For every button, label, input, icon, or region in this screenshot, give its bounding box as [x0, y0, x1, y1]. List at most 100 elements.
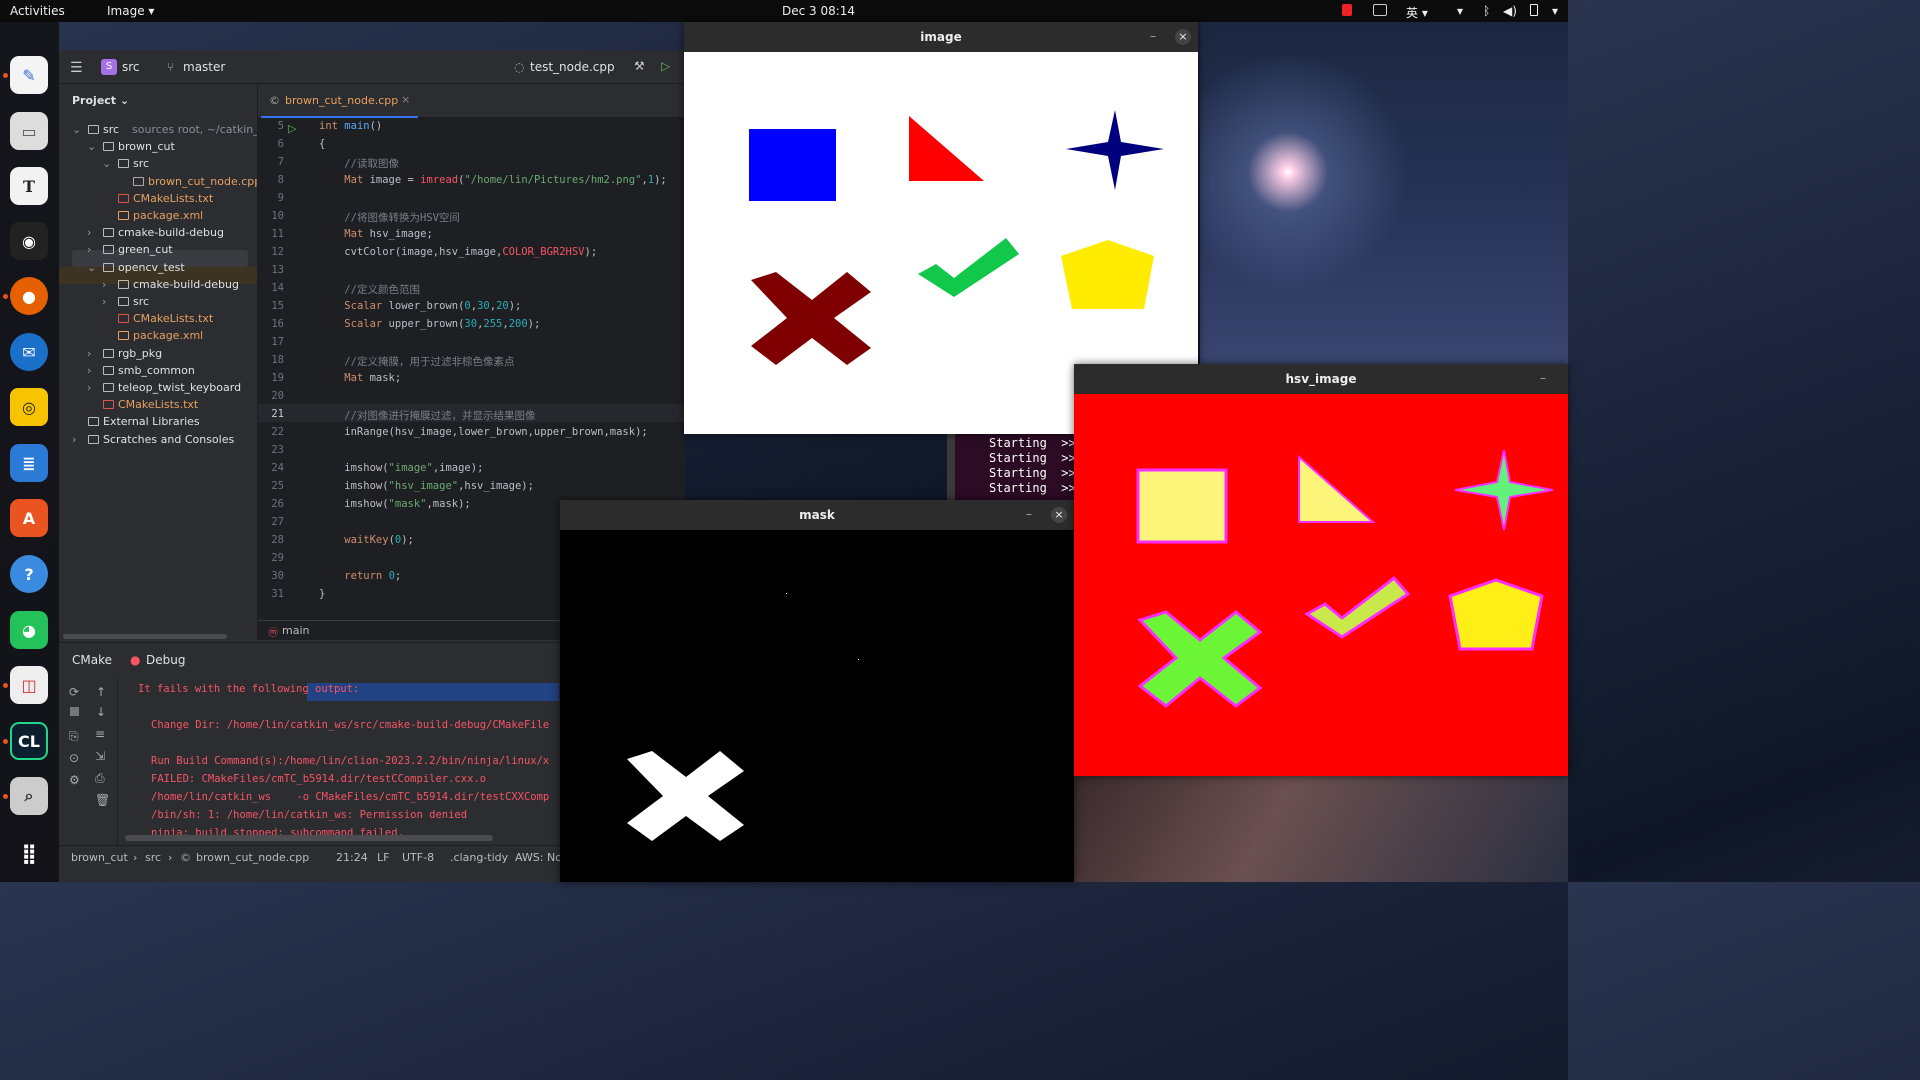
close-icon[interactable]: ×	[1175, 29, 1191, 45]
chevron-down-icon[interactable]: ⌄	[87, 140, 96, 153]
tree-item[interactable]: brown_cut_node.cpp	[59, 174, 261, 191]
console-scrollbar[interactable]	[125, 835, 493, 841]
tree-item[interactable]: › Scratches and Consoles	[59, 432, 257, 449]
chevron-right-icon[interactable]: ›	[72, 433, 76, 446]
aws-status[interactable]: AWS: No	[515, 851, 562, 864]
clion-icon[interactable]: CL	[10, 722, 48, 760]
editor-tab-active[interactable]: © brown_cut_node.cpp ×	[261, 84, 418, 118]
tree-item[interactable]: CMakeLists.txt	[59, 397, 257, 414]
code-line[interactable]: 14 //定义颜色范围	[258, 282, 688, 300]
branch-selector[interactable]: master	[183, 60, 225, 74]
tree-item[interactable]: ⌄ src	[59, 156, 257, 173]
thunderbird-icon[interactable]: ✉	[10, 333, 48, 371]
editor-breadcrumb[interactable]: main	[282, 624, 309, 637]
code-line[interactable]: 7 //读取图像	[258, 156, 688, 174]
console-output[interactable]: It fails with the following output: Chang…	[138, 683, 558, 845]
project-panel-title[interactable]: Project ⌄	[72, 94, 129, 107]
software-center-icon[interactable]: A	[10, 499, 48, 537]
status-path-project[interactable]: brown_cut	[71, 851, 128, 864]
tree-scrollbar[interactable]	[63, 634, 227, 639]
chevron-right-icon[interactable]: ›	[87, 381, 91, 394]
settings-icon[interactable]: ⚙	[69, 773, 80, 787]
code-line[interactable]: 17	[258, 336, 688, 354]
tree-item[interactable]: › smb_common	[59, 363, 257, 380]
code-line[interactable]: 23	[258, 444, 688, 462]
scroll-down-icon[interactable]: ↓	[96, 705, 106, 719]
tree-item[interactable]: package.xml	[59, 328, 257, 345]
status-path-file[interactable]: brown_cut_node.cpp	[196, 851, 309, 864]
wifi-icon[interactable]: ▾	[1457, 4, 1463, 18]
print-icon[interactable]: ⎙	[95, 771, 105, 786]
chevron-down-icon[interactable]: ⌄	[72, 123, 81, 136]
code-line[interactable]: 21 //对图像进行掩膜过滤，并显示结果图像	[258, 408, 688, 426]
code-line[interactable]: 5 int main()	[258, 120, 688, 138]
minimize-icon[interactable]: –	[1026, 507, 1032, 521]
clock[interactable]: Dec 3 08:14	[782, 4, 855, 18]
tree-item[interactable]: CMakeLists.txt	[59, 191, 257, 208]
input-method-indicator[interactable]: 英 ▾	[1406, 4, 1428, 21]
chevron-right-icon[interactable]: ›	[87, 347, 91, 360]
project-selector[interactable]: src	[122, 60, 140, 74]
code-line[interactable]: 10 //将图像转换为HSV空间	[258, 210, 688, 228]
code-line[interactable]: 12 cvtColor(image,hsv_image,COLOR_BGR2HS…	[258, 246, 688, 264]
code-line[interactable]: 24 imshow("image",image);	[258, 462, 688, 480]
hsv-window-title[interactable]: hsv_image	[1074, 364, 1568, 394]
bluetooth-icon[interactable]: ᛒ	[1483, 4, 1490, 18]
text-editor-icon[interactable]: ✎	[10, 56, 48, 94]
reload-icon[interactable]: ⟳	[69, 685, 79, 699]
code-line[interactable]: 22 inRange(hsv_image,lower_brown,upper_b…	[258, 426, 688, 444]
chevron-down-icon[interactable]: ⌄	[102, 157, 111, 170]
code-line[interactable]: 18 //定义掩膜，用于过滤非棕色像素点	[258, 354, 688, 372]
mask-window-title[interactable]: mask	[560, 500, 1074, 530]
clang-tidy-status[interactable]: .clang-tidy	[450, 851, 508, 864]
chevron-right-icon[interactable]: ›	[102, 278, 106, 291]
code-line[interactable]: 13	[258, 264, 688, 282]
qq-icon[interactable]: ◉	[10, 222, 48, 260]
tree-item[interactable]: ⌄ opencv_test	[59, 260, 257, 277]
recording-icon[interactable]	[1342, 4, 1352, 16]
stop-icon[interactable]	[70, 707, 79, 716]
system-menu-icon[interactable]: ▾	[1552, 4, 1558, 18]
image-window-title[interactable]: image	[684, 22, 1198, 52]
wrap-icon[interactable]: ≡	[95, 727, 105, 741]
tree-item[interactable]: package.xml	[59, 208, 257, 225]
app-menu[interactable]: Image ▾	[107, 4, 154, 18]
tree-item[interactable]: › src	[59, 294, 257, 311]
code-line[interactable]: 19 Mat mask;	[258, 372, 688, 390]
close-tab-icon[interactable]: ×	[401, 93, 410, 106]
firefox-icon[interactable]: ●	[10, 277, 48, 315]
tree-item[interactable]: › teleop_twist_keyboard	[59, 380, 257, 397]
tree-item[interactable]: ⌄ brown_cut	[59, 139, 257, 156]
trash-icon[interactable]: 🗑	[95, 793, 110, 807]
image-viewer-icon[interactable]: ⌕	[10, 777, 48, 815]
wechat-icon[interactable]: ◕	[10, 611, 48, 649]
help-icon[interactable]: ?	[10, 555, 48, 593]
volume-icon[interactable]: ◀)	[1503, 4, 1517, 18]
code-line[interactable]: 6{	[258, 138, 688, 156]
minimize-icon[interactable]: –	[1540, 371, 1546, 385]
code-line[interactable]: 20	[258, 390, 688, 408]
battery-icon[interactable]	[1530, 4, 1538, 16]
code-line[interactable]: 16 Scalar upper_brown(30,255,200);	[258, 318, 688, 336]
run-config-selector[interactable]: test_node.cpp	[530, 60, 615, 74]
tab-debug[interactable]: Debug	[146, 653, 185, 667]
typora-icon[interactable]: T	[10, 167, 48, 205]
line-ending[interactable]: LF	[377, 851, 389, 864]
tree-item[interactable]: › rgb_pkg	[59, 346, 257, 363]
chevron-down-icon[interactable]: ⌄	[87, 261, 96, 274]
document-viewer-icon[interactable]: ◫	[10, 666, 48, 704]
code-line[interactable]: 11 Mat hsv_image;	[258, 228, 688, 246]
activities-button[interactable]: Activities	[10, 4, 65, 18]
show-apps-icon[interactable]: ⣿	[10, 834, 48, 872]
chevron-right-icon[interactable]: ›	[102, 295, 106, 308]
libreoffice-writer-icon[interactable]: ≣	[10, 444, 48, 482]
tab-cmake[interactable]: CMake	[72, 653, 112, 667]
tree-item[interactable]: › green_cut	[59, 242, 257, 259]
file-encoding[interactable]: UTF-8	[402, 851, 434, 864]
status-path-src[interactable]: src	[145, 851, 161, 864]
tree-item[interactable]: ⌄ src sources root, ~/catkin_w	[59, 122, 268, 139]
tree-item[interactable]: External Libraries	[59, 414, 257, 431]
code-line[interactable]: 15 Scalar lower_brown(0,30,20);	[258, 300, 688, 318]
scroll-end-icon[interactable]: ⇲	[95, 749, 105, 763]
clipboard-icon[interactable]: ⎘	[69, 729, 79, 744]
